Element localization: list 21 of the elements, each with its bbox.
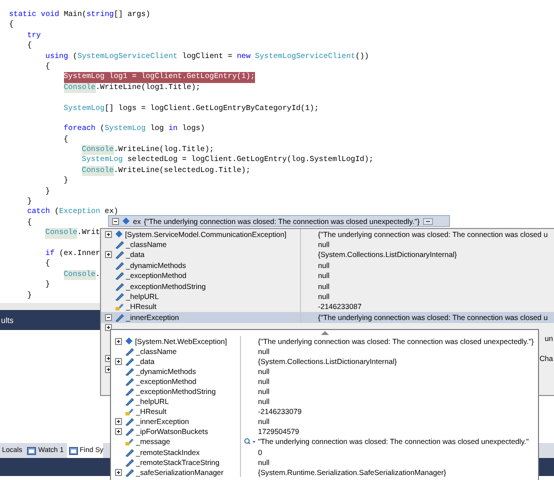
- expand-icon[interactable]: [114, 468, 122, 476]
- expand-icon[interactable]: [114, 428, 122, 436]
- window-icon: [27, 446, 36, 454]
- expand-icon[interactable]: [114, 418, 122, 426]
- collapse-icon[interactable]: [112, 218, 119, 224]
- magnifier-icon[interactable]: [244, 438, 256, 446]
- horizontal-scrollbar[interactable]: [0, 303, 100, 310]
- expand-icon[interactable]: [104, 251, 112, 258]
- expand-icon[interactable]: [104, 324, 112, 332]
- expand-icon[interactable]: [114, 358, 122, 365]
- field-icon: [115, 312, 124, 322]
- diamond-icon: [125, 337, 133, 346]
- collapse-icon[interactable]: [104, 314, 112, 321]
- locked-field-icon: [125, 407, 134, 416]
- pin-icon[interactable]: [422, 218, 433, 224]
- panel-title: ults: [0, 316, 14, 324]
- locked-field-icon: [115, 302, 124, 312]
- expand-icon[interactable]: [104, 230, 112, 238]
- expand-icon[interactable]: [114, 338, 122, 345]
- locked-field-icon: [125, 437, 134, 446]
- window-icon: [68, 446, 78, 454]
